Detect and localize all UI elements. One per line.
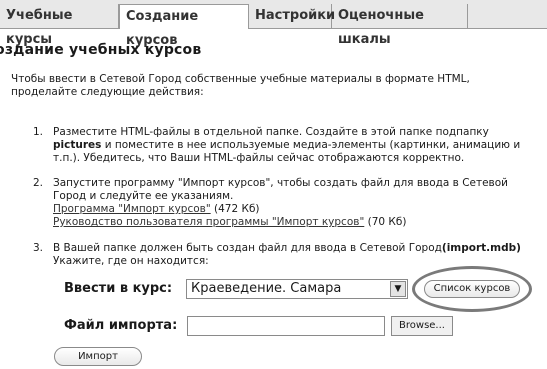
import-button[interactable]: Импорт <box>54 347 142 366</box>
import-file-input[interactable] <box>187 316 385 336</box>
import-file-name: (import.mdb) <box>441 242 521 254</box>
chevron-down-icon[interactable]: ▼ <box>390 281 406 297</box>
step-2-number: 2. <box>33 177 44 189</box>
step-2-text: Запустите программу "Импорт курсов", что… <box>53 177 508 228</box>
user-guide-link[interactable]: Руководство пользователя программы "Импо… <box>53 216 364 228</box>
tab-grading-scales[interactable]: Оценочные шкалы <box>332 4 468 47</box>
import-program-link[interactable]: Программа "Импорт курсов" <box>53 203 211 215</box>
step-1-text: Разместите HTML-файлы в отдельной папке.… <box>53 126 521 164</box>
intro-text: Чтобы ввести в Сетевой Город собственные… <box>11 73 470 98</box>
course-list-button[interactable]: Список курсов <box>424 280 520 298</box>
step-3-number: 3. <box>33 242 44 254</box>
tab-settings[interactable]: Настройки <box>249 4 335 28</box>
tab-courses[interactable]: Учебные курсы <box>0 4 119 47</box>
step-1-number: 1. <box>33 126 44 138</box>
course-select-value: Краеведение. Самара <box>191 281 342 296</box>
step-3-text: В Вашей папке должен быть создан файл дл… <box>53 242 521 267</box>
page-title: оздание учебных курсов <box>0 42 202 58</box>
import-file-label: Файл импорта: <box>64 318 178 333</box>
course-select[interactable]: Краеведение. Самара ▼ <box>186 279 408 299</box>
tab-bar: Учебные курсы Создание курсов Настройки … <box>0 0 547 48</box>
course-label: Ввести в курс: <box>64 281 173 296</box>
browse-button[interactable]: Browse... <box>391 316 453 336</box>
tab-create-courses[interactable]: Создание курсов <box>119 4 249 48</box>
pictures-folder-name: pictures <box>53 139 102 151</box>
